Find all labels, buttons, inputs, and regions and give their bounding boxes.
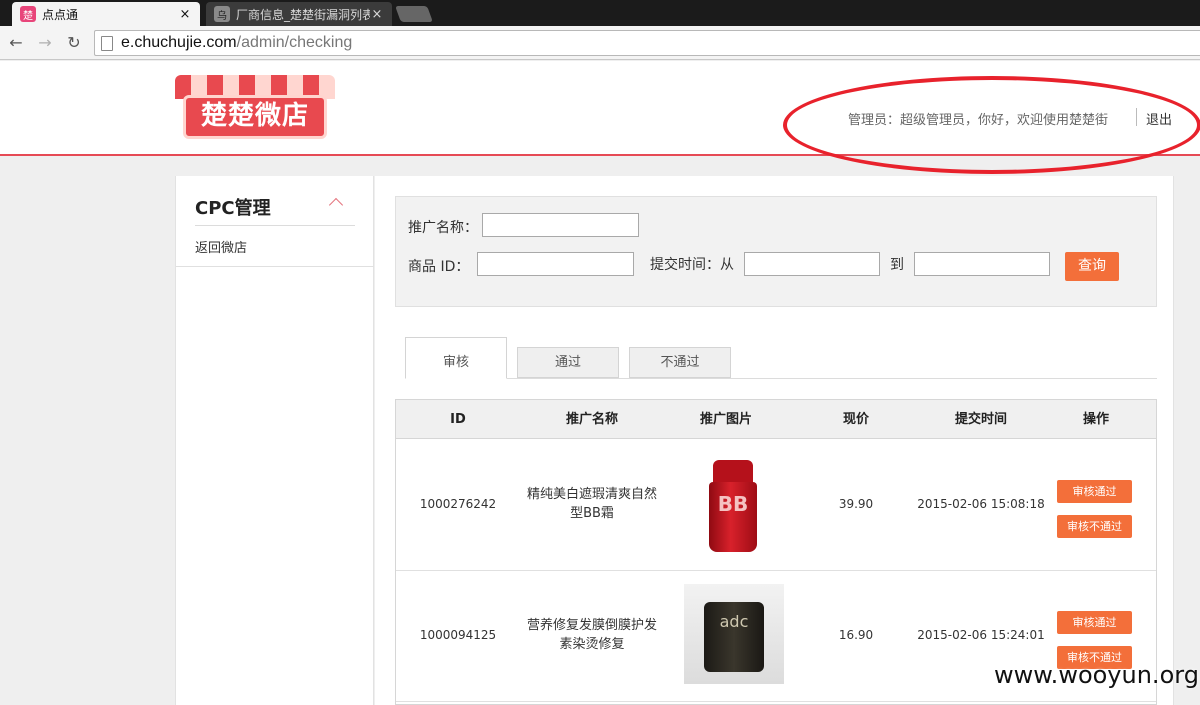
to-label: 到: [890, 257, 904, 273]
tabs-baseline: [405, 378, 1157, 379]
close-icon[interactable]: ×: [178, 7, 192, 22]
forward-arrow-icon[interactable]: →: [35, 33, 55, 53]
back-arrow-icon[interactable]: ←: [6, 33, 26, 53]
tab-rejected[interactable]: 不通过: [629, 347, 731, 378]
product-id-label: 商品 ID：: [408, 259, 470, 275]
row-id: 1000094125: [419, 628, 497, 642]
end-date-input[interactable]: [914, 252, 1050, 276]
product-jar: adc: [704, 602, 764, 672]
row-id: 1000276242: [419, 497, 497, 511]
new-tab-button[interactable]: [395, 6, 433, 22]
reject-button[interactable]: 审核不通过: [1057, 515, 1132, 538]
site-header: 楚楚微店 管理员：超级管理员，你好，欢迎使用楚楚街 退出: [0, 61, 1200, 174]
site-favicon-icon: 乌: [214, 6, 230, 22]
url-path: /admin/checking: [236, 34, 353, 51]
approve-button[interactable]: 审核通过: [1057, 611, 1132, 634]
sidebar-title[interactable]: CPC管理: [195, 194, 271, 220]
main-panel: 推广名称： 商品 ID： 提交时间：从 到 查询 审核 通过 不通过 ID 推广…: [375, 176, 1174, 705]
promo-name-input[interactable]: [482, 213, 639, 237]
table-header: ID 推广名称 推广图片 现价 提交时间 操作: [396, 400, 1156, 439]
sidebar: CPC管理 返回微店: [175, 176, 374, 705]
bb-cream-product-image: BB: [707, 460, 759, 554]
row-time: 2015-02-06 15:08:18: [917, 497, 1045, 511]
query-button[interactable]: 查询: [1065, 252, 1119, 281]
column-header-id: ID: [450, 412, 466, 427]
url-domain: e.chuchujie.com: [121, 34, 237, 51]
watermark: www.wooyun.org: [994, 661, 1199, 689]
tab-approved[interactable]: 通过: [517, 347, 619, 378]
submit-time-label: 提交时间：从: [650, 257, 734, 273]
tab-review[interactable]: 审核: [405, 337, 507, 379]
browser-tab-strip: 楚 点点通 × 乌 厂商信息_楚楚街漏洞列表 ×: [0, 0, 1200, 26]
promo-name-label: 推广名称：: [408, 220, 478, 236]
product-label: BB: [709, 482, 757, 552]
close-icon[interactable]: ×: [370, 7, 384, 22]
row-time: 2015-02-06 15:24:01: [917, 628, 1045, 642]
browser-tab-inactive[interactable]: 乌 厂商信息_楚楚街漏洞列表 ×: [206, 2, 392, 26]
divider: [176, 266, 374, 267]
adc-hair-mask-product-image: adc: [684, 584, 784, 684]
tab-title: 点点通: [42, 7, 79, 22]
column-header-actions: 操作: [1082, 412, 1109, 427]
divider: [195, 225, 355, 226]
column-header-time: 提交时间: [954, 412, 1007, 427]
start-date-input[interactable]: [744, 252, 880, 276]
approve-button[interactable]: 审核通过: [1057, 480, 1132, 503]
search-form: 推广名称： 商品 ID： 提交时间：从 到 查询: [395, 196, 1157, 307]
column-header-image: 推广图片: [699, 412, 752, 427]
row-name: 营养修复发膜倒膜护发素染烫修复: [526, 618, 657, 652]
review-table: ID 推广名称 推广图片 现价 提交时间 操作 1000276242 精纯美白遮…: [395, 399, 1157, 705]
sidebar-item-back-to-shop[interactable]: 返回微店: [195, 237, 247, 256]
page-content: 楚楚微店 管理员：超级管理员，你好，欢迎使用楚楚街 退出 CPC管理 返回微店 …: [0, 61, 1200, 705]
site-favicon-icon: 楚: [20, 6, 36, 22]
logo[interactable]: 楚楚微店: [175, 75, 335, 139]
logo-text: 楚楚微店: [183, 95, 327, 139]
address-bar[interactable]: e.chuchujie.com/admin/checking: [94, 30, 1200, 56]
row-price: 39.90: [838, 497, 874, 511]
red-annotation-ellipse: [783, 76, 1200, 174]
page-icon: [101, 35, 113, 51]
reload-icon[interactable]: ↻: [64, 33, 84, 53]
browser-tab-active[interactable]: 楚 点点通 ×: [12, 2, 200, 26]
column-header-name: 推广名称: [565, 412, 618, 427]
row-name: 精纯美白遮瑕清爽自然型BB霜: [526, 487, 657, 521]
row-price: 16.90: [838, 628, 874, 642]
browser-toolbar: ← → ↻ e.chuchujie.com/admin/checking: [0, 26, 1200, 60]
tab-title: 厂商信息_楚楚街漏洞列表: [236, 7, 370, 22]
column-header-price: 现价: [842, 412, 869, 427]
product-id-input[interactable]: [477, 252, 634, 276]
chevron-up-icon[interactable]: [328, 197, 344, 213]
table-row: 1000276242 精纯美白遮瑕清爽自然型BB霜 BB 39.90 2015-…: [396, 440, 1156, 571]
